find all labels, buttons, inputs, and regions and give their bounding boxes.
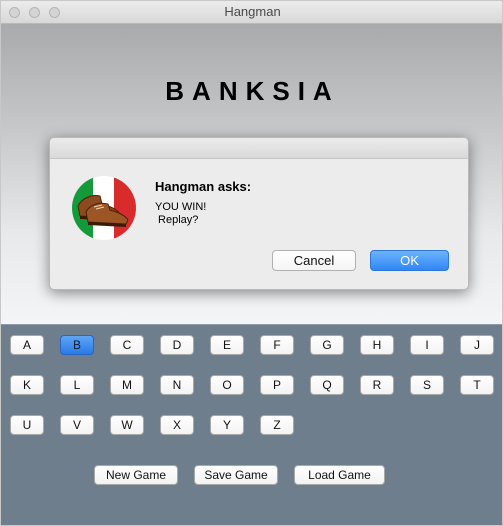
window-title: Hangman <box>224 4 281 19</box>
new-game-button[interactable]: New Game <box>94 465 178 485</box>
letter-key-s[interactable]: S <box>410 375 444 395</box>
letter-key-g[interactable]: G <box>310 335 344 355</box>
letter-key-o[interactable]: O <box>210 375 244 395</box>
letter-key-w[interactable]: W <box>110 415 144 435</box>
letter-key-x[interactable]: X <box>160 415 194 435</box>
letter-key-j[interactable]: J <box>460 335 494 355</box>
letter-key-h[interactable]: H <box>360 335 394 355</box>
letter-key-i[interactable]: I <box>410 335 444 355</box>
dialog-title: Hangman asks: <box>155 179 252 194</box>
letter-key-u[interactable]: U <box>10 415 44 435</box>
title-bar: Hangman <box>1 1 502 24</box>
save-game-button[interactable]: Save Game <box>194 465 278 485</box>
letter-keyboard: New Game Save Game Load Game ABCDEFGHIJ K… <box>1 324 502 525</box>
ok-button[interactable]: OK <box>370 250 449 271</box>
cancel-button[interactable]: Cancel <box>272 250 356 271</box>
letter-key-a[interactable]: A <box>10 335 44 355</box>
letter-key-l[interactable]: L <box>60 375 94 395</box>
replay-dialog: Hangman asks: YOU WIN! Replay? Cancel OK <box>49 137 469 290</box>
letter-key-e[interactable]: E <box>210 335 244 355</box>
letter-key-t[interactable]: T <box>460 375 494 395</box>
letter-key-f[interactable]: F <box>260 335 294 355</box>
letter-key-b[interactable]: B <box>60 335 94 355</box>
secret-word: BANKSIA <box>165 76 340 106</box>
letter-key-m[interactable]: M <box>110 375 144 395</box>
letter-key-p[interactable]: P <box>260 375 294 395</box>
dialog-title-bar <box>50 138 468 159</box>
hangman-window: Hangman BANKSIA New Game Save Game Load … <box>0 0 503 526</box>
load-game-button[interactable]: Load Game <box>294 465 385 485</box>
letter-key-v[interactable]: V <box>60 415 94 435</box>
letter-key-z[interactable]: Z <box>260 415 294 435</box>
letter-key-n[interactable]: N <box>160 375 194 395</box>
letter-key-c[interactable]: C <box>110 335 144 355</box>
letter-key-q[interactable]: Q <box>310 375 344 395</box>
dialog-message: YOU WIN! Replay? <box>155 201 207 226</box>
letter-key-r[interactable]: R <box>360 375 394 395</box>
letter-key-d[interactable]: D <box>160 335 194 355</box>
letter-key-y[interactable]: Y <box>210 415 244 435</box>
letter-key-k[interactable]: K <box>10 375 44 395</box>
shoes-on-italian-flag-icon <box>72 176 136 240</box>
